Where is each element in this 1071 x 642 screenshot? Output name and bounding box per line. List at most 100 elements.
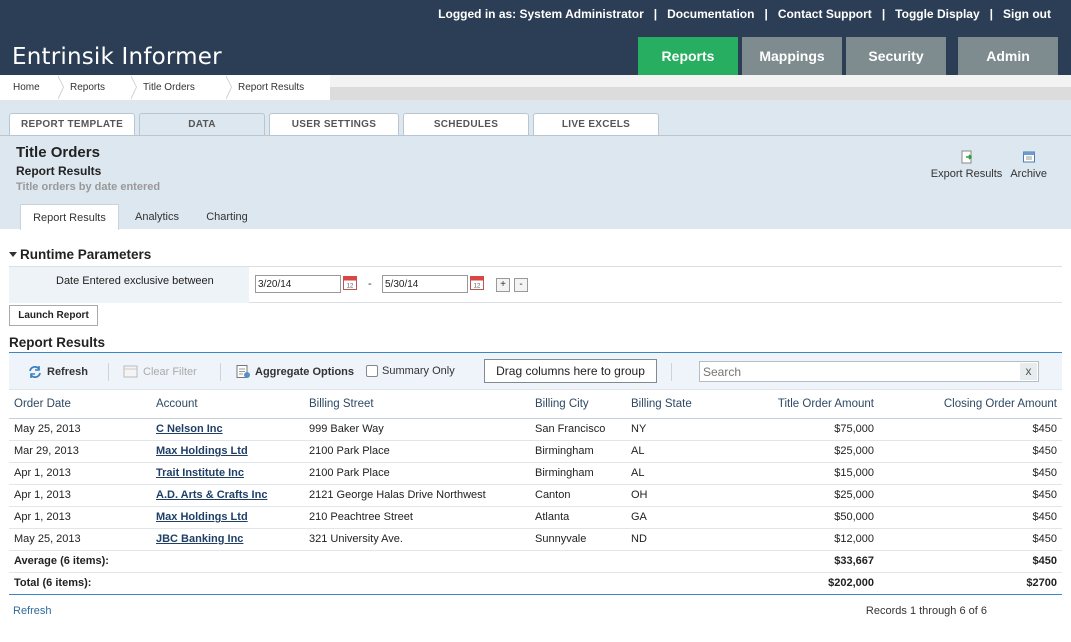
brand-logo: Entrinsik Informer	[12, 44, 222, 70]
documentation-link[interactable]: Documentation	[667, 7, 754, 21]
account-link[interactable]: Max Holdings Ltd	[156, 445, 248, 457]
breadcrumb-report-results: Report Results	[225, 75, 330, 100]
report-description: Title orders by date entered	[16, 181, 161, 193]
average-row: Average (6 items): $33,667 $450	[9, 550, 1062, 573]
cell-order-date: Apr 1, 2013	[9, 462, 151, 485]
subtab-analytics[interactable]: Analytics	[119, 204, 195, 230]
toolbar-separator	[671, 363, 672, 381]
refresh-button[interactable]: Refresh	[27, 365, 88, 379]
runtime-parameters-heading[interactable]: Runtime Parameters	[9, 247, 151, 262]
breadcrumb-reports[interactable]: Reports	[57, 75, 137, 100]
account-link[interactable]: A.D. Arts & Crafts Inc	[156, 489, 267, 501]
cell-title-order-amount: $25,000	[731, 484, 879, 507]
top-links: Logged in as: System Administrator | Doc…	[438, 7, 1051, 21]
cell-account: JBC Banking Inc	[151, 528, 304, 551]
breadcrumb-home[interactable]: Home	[0, 75, 64, 100]
export-results-button[interactable]: Export Results	[931, 150, 1002, 180]
subtab-charting[interactable]: Charting	[195, 204, 259, 230]
search-input[interactable]	[699, 361, 1039, 382]
group-drop-zone[interactable]: Drag columns here to group	[484, 359, 657, 383]
nav-tab-mappings[interactable]: Mappings	[742, 37, 842, 75]
summary-only-toggle[interactable]: Summary Only	[366, 365, 455, 377]
tab-live-excels[interactable]: LIVE EXCELS	[533, 113, 659, 135]
separator: |	[653, 7, 658, 21]
separator: |	[989, 7, 993, 21]
breadcrumb-title-orders[interactable]: Title Orders	[130, 75, 232, 100]
report-header-area: REPORT TEMPLATE DATA USER SETTINGS SCHED…	[0, 100, 1071, 230]
contact-support-link[interactable]: Contact Support	[778, 7, 872, 21]
calendar-icon[interactable]: 12	[470, 275, 484, 290]
summary-only-checkbox[interactable]	[366, 365, 378, 377]
clear-search-icon[interactable]: x	[1020, 363, 1037, 380]
page-subtitle: Report Results	[16, 164, 102, 178]
column-header-billing-street[interactable]: Billing Street	[304, 390, 530, 419]
footer-refresh-link[interactable]: Refresh	[13, 605, 52, 617]
account-link[interactable]: Max Holdings Ltd	[156, 511, 248, 523]
subtab-report-results[interactable]: Report Results	[20, 204, 119, 230]
tab-report-template[interactable]: REPORT TEMPLATE	[9, 113, 135, 135]
table-row: May 25, 2013 C Nelson Inc 999 Baker Way …	[9, 418, 1062, 441]
cell-closing-order-amount: $450	[879, 506, 1062, 529]
collapse-caret-icon[interactable]	[9, 252, 17, 257]
tab-data[interactable]: DATA	[139, 113, 265, 135]
clear-filter-button[interactable]: Clear Filter	[123, 365, 197, 379]
tab-schedules[interactable]: SCHEDULES	[403, 113, 529, 135]
account-link[interactable]: C Nelson Inc	[156, 423, 223, 435]
app-header: Entrinsik Informer Logged in as: System …	[0, 0, 1071, 75]
tab-user-settings[interactable]: USER SETTINGS	[269, 113, 399, 135]
cell-account: Max Holdings Ltd	[151, 506, 304, 529]
cell-closing-order-amount: $450	[879, 462, 1062, 485]
table-row: May 25, 2013 JBC Banking Inc 321 Univers…	[9, 528, 1062, 551]
nav-tab-admin[interactable]: Admin	[958, 37, 1058, 75]
table-row: Apr 1, 2013 A.D. Arts & Crafts Inc 2121 …	[9, 484, 1062, 507]
cell-billing-street: 210 Peachtree Street	[304, 506, 530, 529]
archive-label: Archive	[1010, 168, 1047, 180]
remove-parameter-button[interactable]: -	[514, 278, 528, 292]
results-toolbar: Refresh Clear Filter Aggregate Options S…	[9, 353, 1062, 390]
cell-title-order-amount: $12,000	[731, 528, 879, 551]
cell-billing-street: 321 University Ave.	[304, 528, 530, 551]
svg-text:12: 12	[347, 284, 354, 290]
cell-billing-state: OH	[626, 484, 731, 507]
column-header-account[interactable]: Account	[151, 390, 304, 419]
sign-out-link[interactable]: Sign out	[1003, 7, 1051, 21]
calendar-icon[interactable]: 12	[343, 275, 357, 290]
column-header-closing-order-amount[interactable]: Closing Order Amount	[879, 390, 1062, 419]
column-header-order-date[interactable]: Order Date	[9, 390, 151, 419]
column-header-billing-state[interactable]: Billing State	[626, 390, 731, 419]
cell-closing-order-amount: $450	[879, 418, 1062, 441]
cell-billing-city: Sunnyvale	[530, 528, 626, 551]
launch-report-button[interactable]: Launch Report	[9, 305, 98, 326]
archive-icon	[1022, 151, 1035, 163]
column-header-billing-city[interactable]: Billing City	[530, 390, 626, 419]
start-date-input[interactable]	[255, 275, 341, 293]
summary-only-label: Summary Only	[382, 365, 455, 377]
add-parameter-button[interactable]: +	[496, 278, 510, 292]
cell-closing-order-amount: $450	[879, 484, 1062, 507]
cell-account: A.D. Arts & Crafts Inc	[151, 484, 304, 507]
account-link[interactable]: Trait Institute Inc	[156, 467, 244, 479]
end-date-input[interactable]	[382, 275, 468, 293]
nav-tab-reports[interactable]: Reports	[638, 37, 738, 75]
table-row: Mar 29, 2013 Max Holdings Ltd 2100 Park …	[9, 440, 1062, 463]
total-closing-order-amount: $2700	[879, 572, 1062, 595]
cell-billing-state: AL	[626, 462, 731, 485]
cell-order-date: May 25, 2013	[9, 528, 151, 551]
cell-order-date: Apr 1, 2013	[9, 506, 151, 529]
cell-title-order-amount: $15,000	[731, 462, 879, 485]
cell-billing-state: ND	[626, 528, 731, 551]
logged-in-label: Logged in as: System Administrator	[438, 7, 644, 21]
records-count: Records 1 through 6 of 6	[865, 605, 987, 617]
parameter-label-cell: Date Entered exclusive between	[9, 267, 249, 303]
column-header-title-order-amount[interactable]: Title Order Amount	[731, 390, 879, 419]
separator: |	[764, 7, 768, 21]
cell-order-date: Mar 29, 2013	[9, 440, 151, 463]
account-link[interactable]: JBC Banking Inc	[156, 533, 243, 545]
nav-tab-security[interactable]: Security	[846, 37, 946, 75]
aggregate-options-button[interactable]: Aggregate Options	[235, 365, 354, 379]
table-row: Apr 1, 2013 Trait Institute Inc 2100 Par…	[9, 462, 1062, 485]
total-title-order-amount: $202,000	[731, 572, 879, 595]
archive-button[interactable]: Archive	[1010, 150, 1047, 180]
toggle-display-link[interactable]: Toggle Display	[895, 7, 979, 21]
cell-order-date: Apr 1, 2013	[9, 484, 151, 507]
